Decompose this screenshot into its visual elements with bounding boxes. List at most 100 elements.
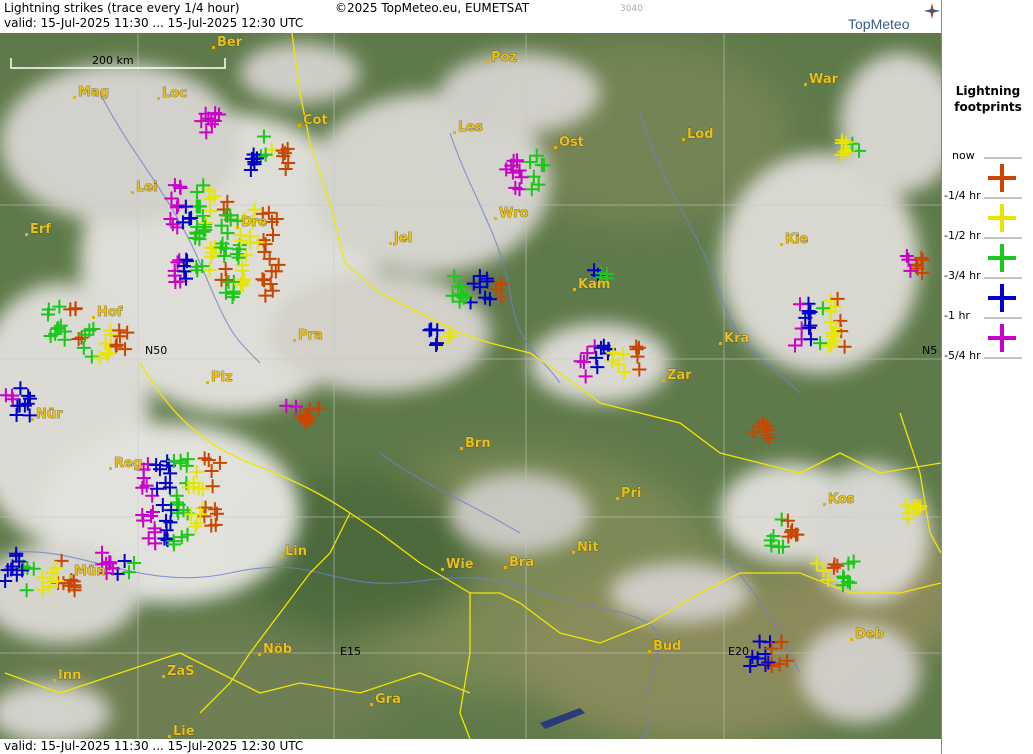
city-dot: [460, 447, 463, 450]
legend-title-line2: footprints: [954, 100, 1022, 114]
city-dot: [682, 138, 685, 141]
legend-panel: Lightning footprints now -1/4 hr -1/2 hr -3…: [941, 0, 1033, 754]
city-dot: [31, 418, 34, 421]
city-dot: [53, 679, 56, 682]
city-dot: [554, 146, 557, 149]
city-dot: [131, 191, 134, 194]
legend-label-2: -1/2 hr: [944, 229, 981, 242]
city-dot: [780, 243, 783, 246]
city-dot: [616, 497, 619, 500]
city-dot: [298, 124, 301, 127]
city-dot: [168, 735, 171, 738]
legend-swatch-1: [988, 204, 1016, 232]
city-dot: [109, 467, 112, 470]
city-label-28: Bra: [509, 555, 534, 570]
legend-swatch-0: [988, 164, 1016, 192]
city-label-35: ZaS: [167, 664, 195, 679]
city-dot: [804, 83, 807, 86]
city-label-32: Nöb: [263, 642, 292, 657]
satellite-map[interactable]: 200 km N50 N5 E15 E20 Ber Poz War Mag Loc Cot…: [0, 33, 941, 739]
city-dot: [157, 97, 160, 100]
city-label-27: Wie: [446, 557, 474, 572]
city-label-16: Hof: [97, 305, 123, 320]
city-label-13: Jel: [393, 231, 412, 246]
legend-swatch-2: [988, 244, 1016, 272]
map-title: Lightning strikes (trace every 1/4 hour): [4, 1, 240, 15]
city-dot: [370, 703, 373, 706]
city-label-12: Wro: [499, 206, 529, 221]
city-label-34: Inn: [58, 668, 81, 683]
legend-swatch-4: [988, 324, 1016, 352]
city-dot: [92, 316, 95, 319]
city-dot: [504, 566, 507, 569]
city-label-19: Plz: [211, 370, 233, 385]
city-dot: [206, 381, 209, 384]
topmeteo-logo: TopMeteo: [848, 3, 940, 32]
city-dot: [719, 342, 722, 345]
grid-label-n50: N50: [145, 344, 167, 357]
city-label-37: Lie: [173, 724, 195, 739]
city-dot: [258, 653, 261, 656]
compass-icon: [924, 3, 940, 19]
city-dot: [453, 131, 456, 134]
city-label-24: Pri: [621, 486, 641, 501]
city-label-21: Nür: [36, 407, 63, 422]
city-label-36: Gra: [375, 692, 401, 707]
city-dot: [850, 638, 853, 641]
city-label-15: Kam: [578, 277, 610, 292]
city-dot: [25, 233, 28, 236]
city-label-14: Kie: [785, 232, 809, 247]
city-label-8: Lod: [687, 127, 714, 142]
city-dot: [648, 650, 651, 653]
city-label-22: Brn: [465, 436, 491, 451]
city-dot: [389, 242, 392, 245]
city-dot: [212, 46, 215, 49]
grid-label-e15: E15: [340, 645, 361, 658]
legend-title-line1: Lightning: [955, 84, 1021, 98]
legend-label-0: now: [952, 149, 975, 162]
map-code: 3040: [620, 4, 643, 14]
city-label-17: Pra: [298, 328, 323, 343]
city-label-4: Loc: [162, 86, 187, 101]
city-dot: [73, 96, 76, 99]
scale-label: 200 km: [92, 54, 134, 67]
city-label-26: Lin: [285, 544, 307, 559]
city-dot: [293, 339, 296, 342]
valid-time-bottom: valid: 15-Jul-2025 11:30 ... 15-Jul-2025…: [4, 739, 304, 753]
city-label-20: Zar: [667, 368, 692, 383]
legend-label-3: -3/4 hr: [944, 269, 981, 282]
city-label-0: Ber: [217, 35, 243, 50]
grid-label-n5: N5: [922, 344, 937, 357]
city-label-7: Ost: [559, 135, 584, 150]
city-label-2: War: [809, 72, 839, 87]
city-dot: [494, 217, 497, 220]
city-label-6: Les: [458, 120, 483, 135]
city-dot: [573, 288, 576, 291]
city-label-18: Kra: [724, 331, 749, 346]
city-label-10: Erf: [30, 222, 51, 237]
city-dot: [662, 379, 665, 382]
legend-label-4: -1 hr: [944, 309, 970, 322]
city-dot: [441, 568, 444, 571]
city-dot: [280, 555, 283, 558]
city-label-30: Mün: [74, 564, 105, 579]
footer-bar: valid: 15-Jul-2025 11:30 ... 15-Jul-2025…: [0, 739, 941, 754]
legend-label-5: -5/4 hr: [944, 349, 981, 362]
city-label-25: Kos: [828, 492, 855, 507]
city-label-23: Reg: [114, 456, 142, 471]
valid-time-top: valid: 15-Jul-2025 11:30 ... 15-Jul-2025…: [4, 16, 304, 30]
legend-swatch-3: [988, 284, 1016, 312]
city-label-5: Cot: [303, 113, 328, 128]
city-label-29: Nit: [577, 540, 599, 555]
brand-name: TopMeteo: [848, 16, 910, 32]
city-label-11: Dre: [241, 215, 267, 230]
city-dot: [236, 226, 239, 229]
city-label-31: Deb: [855, 627, 884, 642]
legend-label-1: -1/4 hr: [944, 189, 981, 202]
city-dot: [823, 503, 826, 506]
copyright-text: ©2025 TopMeteo.eu, EUMETSAT: [335, 1, 530, 15]
city-label-9: Lei: [136, 180, 158, 195]
city-dot: [162, 675, 165, 678]
city-label-1: Poz: [491, 50, 517, 65]
city-dot: [69, 575, 72, 578]
